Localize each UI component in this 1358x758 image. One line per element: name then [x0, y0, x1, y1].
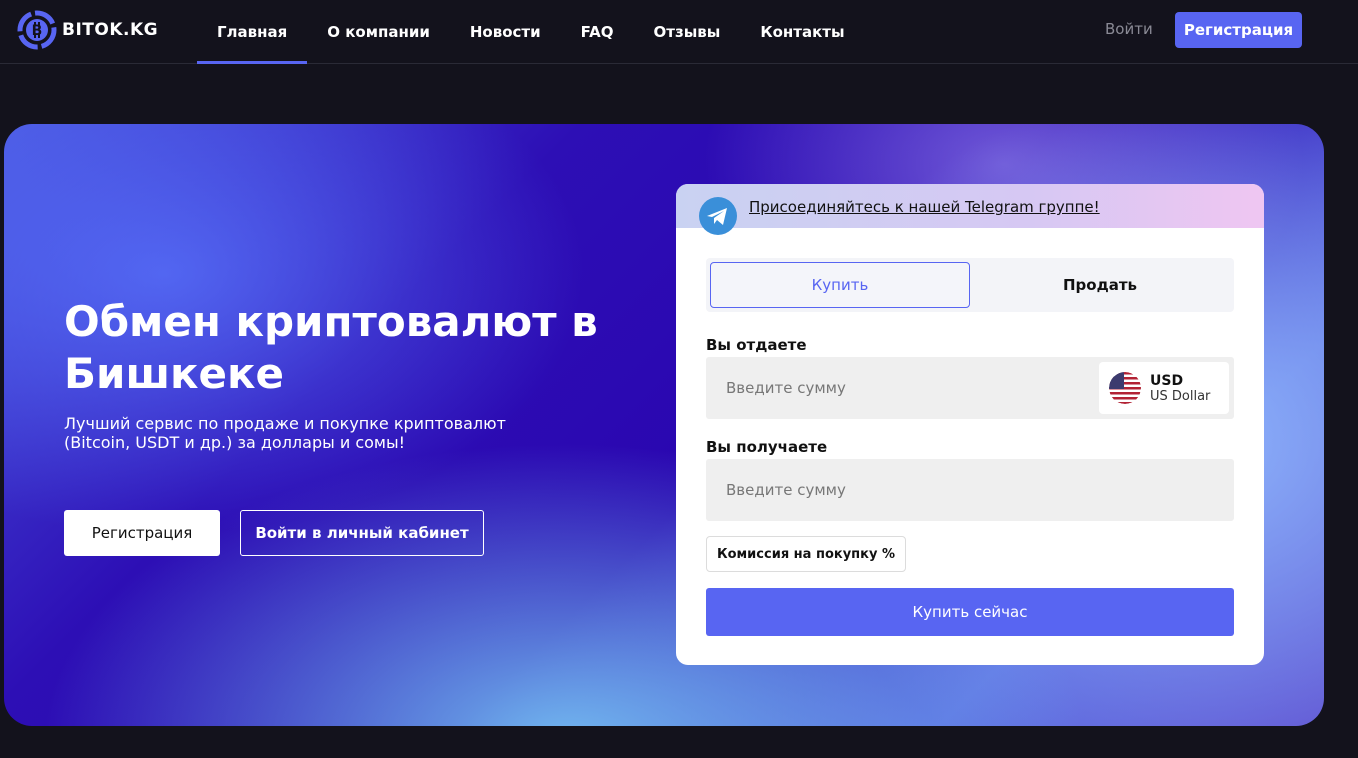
receive-amount-field [706, 459, 1234, 521]
buy-sell-tabs: Купить Продать [706, 258, 1234, 312]
give-label: Вы отдаете [706, 336, 807, 354]
receive-amount-input[interactable] [706, 459, 1234, 521]
register-button[interactable]: Регистрация [1175, 12, 1302, 48]
logo-text: BITOK.KG [62, 20, 159, 40]
main-nav: Главная О компании Новости FAQ Отзывы Ко… [197, 0, 865, 64]
currency-code: USD [1150, 373, 1184, 389]
hero-section: Обмен криптовалют в Бишкеке Лучший серви… [4, 124, 1324, 726]
give-amount-input[interactable] [706, 357, 1096, 419]
telegram-banner: Присоединяйтесь к нашей Telegram группе! [676, 184, 1264, 235]
us-flag-icon [1109, 372, 1141, 404]
logo[interactable]: B BITOK.KG [16, 9, 158, 51]
give-amount-field: USD US Dollar [706, 357, 1234, 419]
tab-buy[interactable]: Купить [710, 262, 970, 308]
nav-item-about[interactable]: О компании [307, 0, 450, 64]
login-link[interactable]: Войти [1105, 20, 1153, 38]
hero-title: Обмен криптовалют в Бишкеке [64, 297, 598, 398]
nav-item-faq[interactable]: FAQ [561, 0, 634, 64]
commission-badge[interactable]: Комиссия на покупку % [706, 536, 907, 572]
svg-text:B: B [32, 23, 43, 39]
hero-register-button[interactable]: Регистрация [64, 510, 220, 556]
currency-name: US Dollar [1150, 389, 1211, 404]
top-header: B BITOK.KG Главная О компании Новости FA… [0, 0, 1358, 64]
nav-item-reviews[interactable]: Отзывы [634, 0, 741, 64]
hero-subtitle: Лучший сервис по продаже и покупке крипт… [64, 414, 506, 452]
buy-now-button[interactable]: Купить сейчас [706, 588, 1234, 636]
telegram-icon[interactable] [698, 196, 738, 236]
hero-login-button[interactable]: Войти в личный кабинет [240, 510, 484, 556]
currency-selector[interactable]: USD US Dollar [1099, 362, 1229, 414]
nav-item-contacts[interactable]: Контакты [740, 0, 864, 64]
nav-item-news[interactable]: Новости [450, 0, 561, 64]
receive-label: Вы получаете [706, 438, 828, 456]
telegram-group-link[interactable]: Присоединяйтесь к нашей Telegram группе! [749, 198, 1100, 216]
exchange-card: Присоединяйтесь к нашей Telegram группе!… [676, 184, 1264, 665]
nav-item-home[interactable]: Главная [197, 0, 308, 64]
bitcoin-logo-icon: B [17, 10, 57, 50]
tab-sell[interactable]: Продать [970, 262, 1230, 308]
